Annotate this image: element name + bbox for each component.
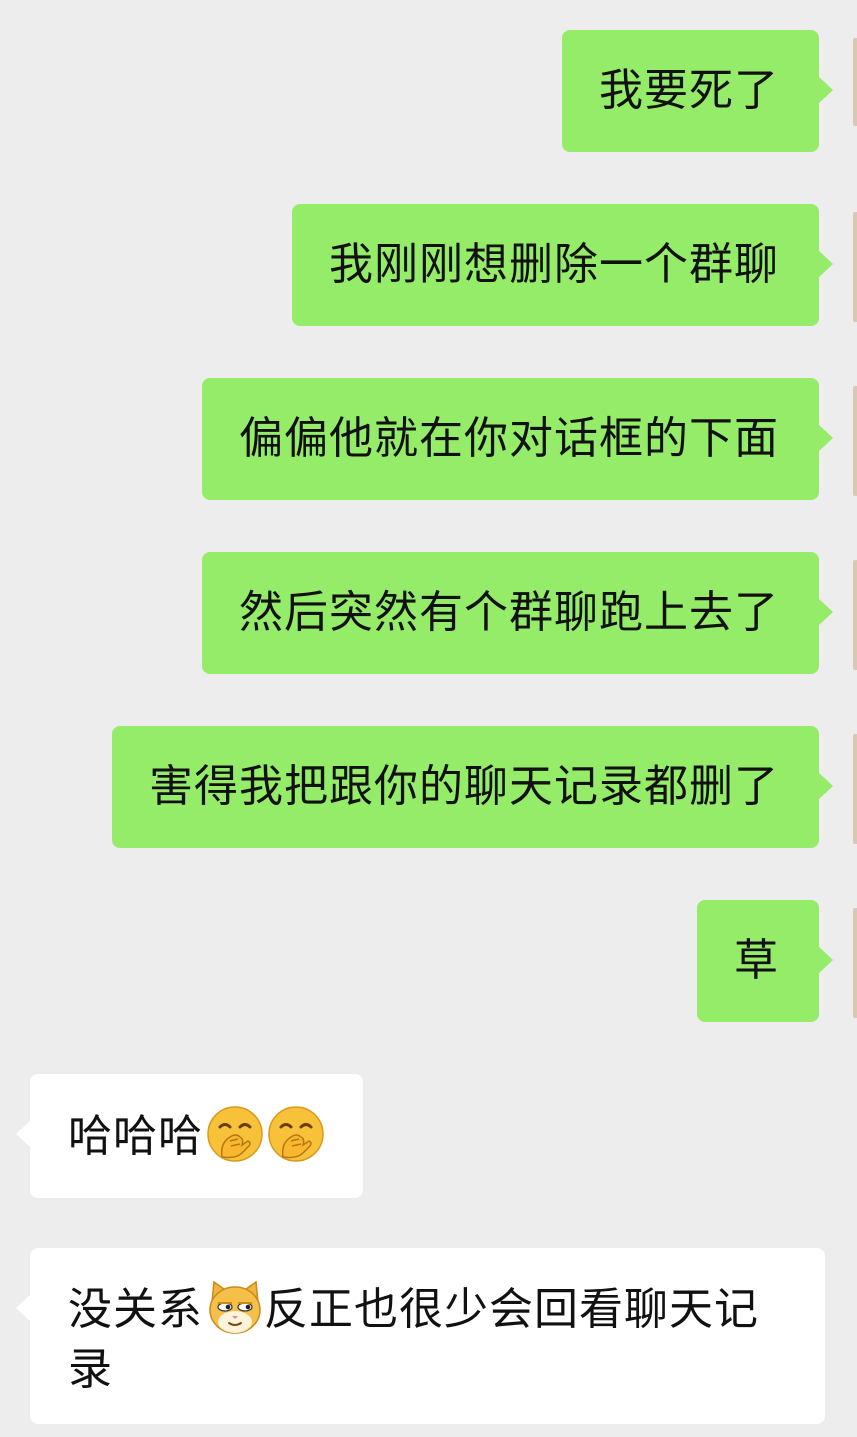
sent-message-bubble[interactable]: 然后突然有个群聊跑上去了 xyxy=(202,552,833,674)
self-avatar[interactable] xyxy=(853,734,857,844)
sent-message-bubble[interactable]: 草 xyxy=(697,900,833,1022)
message-text: 我刚刚想删除一个群聊 xyxy=(329,239,779,290)
hand-over-mouth-emoji-icon xyxy=(206,1105,264,1163)
sent-message-bubble[interactable]: 我要死了 xyxy=(562,30,833,152)
message-text: 草 xyxy=(734,935,779,986)
self-avatar[interactable] xyxy=(853,908,857,1018)
smirking-cat-emoji-icon xyxy=(206,1278,264,1336)
sent-message-bubble[interactable]: 害得我把跟你的聊天记录都删了 xyxy=(112,726,833,848)
self-avatar[interactable] xyxy=(853,38,857,126)
message-text: 害得我把跟你的聊天记录都删了 xyxy=(149,761,779,812)
message-text: 哈哈哈 xyxy=(68,1111,203,1162)
self-avatar[interactable] xyxy=(853,386,857,496)
sent-message-bubble[interactable]: 偏偏他就在你对话框的下面 xyxy=(202,378,833,500)
message-text: 没关系 xyxy=(68,1284,203,1335)
received-message-bubble[interactable]: 没关系 反正也很少会回看聊天记录 xyxy=(16,1248,825,1424)
self-avatar[interactable] xyxy=(853,212,857,322)
sent-message-bubble[interactable]: 我刚刚想删除一个群聊 xyxy=(292,204,833,326)
message-text: 偏偏他就在你对话框的下面 xyxy=(239,413,779,464)
hand-over-mouth-emoji-icon xyxy=(267,1105,325,1163)
self-avatar[interactable] xyxy=(853,560,857,670)
message-text: 我要死了 xyxy=(599,65,779,116)
message-text: 然后突然有个群聊跑上去了 xyxy=(239,587,779,638)
chat-message-list: 我要死了 我刚刚想删除一个群聊 偏偏他就在你对话框的下面 然后突然有个群聊跑上去… xyxy=(0,0,857,1437)
received-message-bubble[interactable]: 哈哈哈 xyxy=(16,1074,363,1198)
